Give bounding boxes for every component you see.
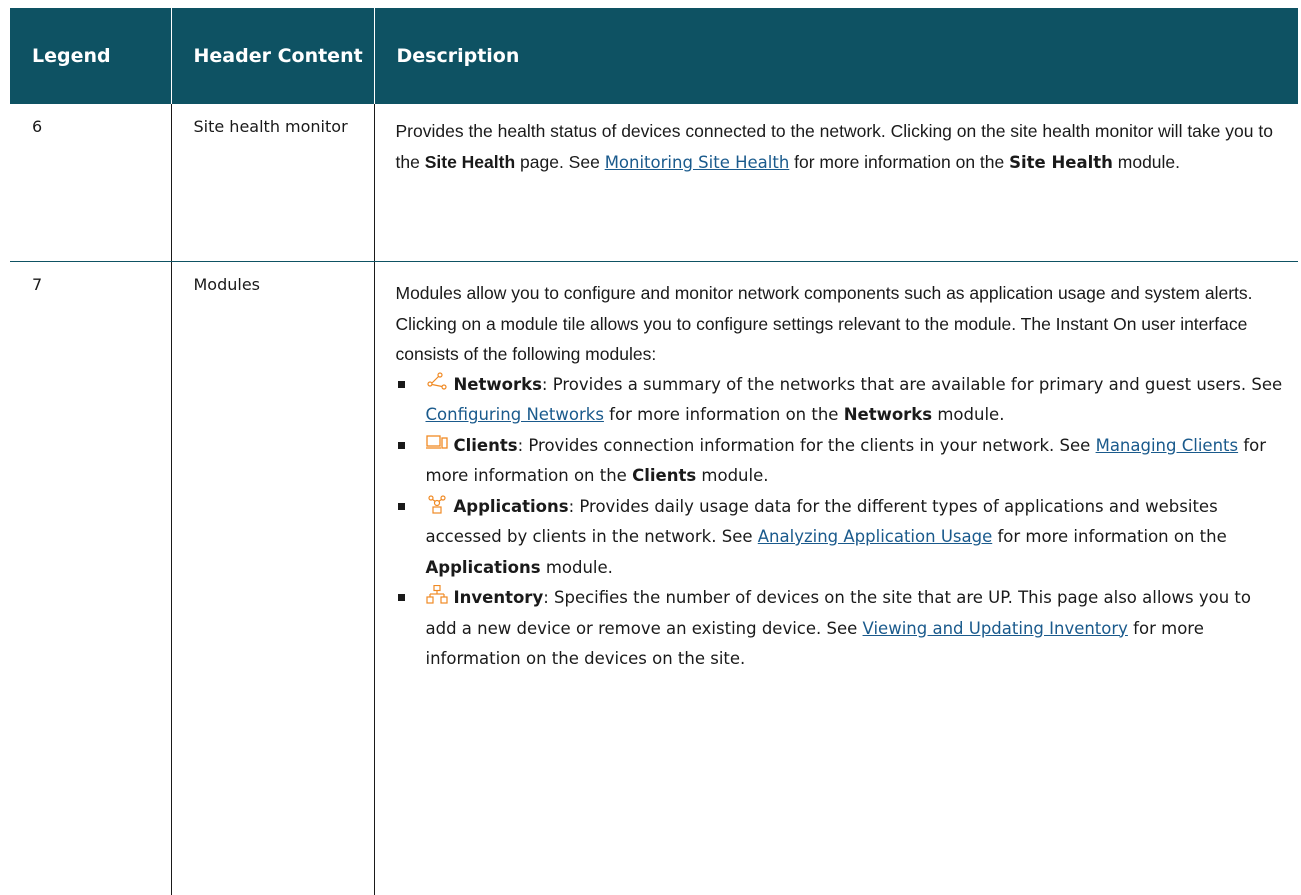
desc-text: for more information on the — [789, 152, 1009, 172]
link-configuring-networks[interactable]: Configuring Networks — [426, 405, 604, 424]
modules-list: Networks: Provides a summary of the netw… — [396, 370, 1285, 675]
module-text: for more information on the — [604, 405, 844, 424]
module-text: module. — [932, 405, 1004, 424]
bullet — [398, 381, 405, 388]
module-text: module. — [696, 466, 768, 485]
description-cell: Provides the health status of devices co… — [374, 104, 1298, 262]
desc-text: module. — [1113, 152, 1180, 172]
bullet — [398, 503, 405, 510]
module-bold: Applications — [426, 558, 541, 577]
module-text: : Provides connection information for th… — [518, 436, 1096, 455]
legend-cell: 6 — [10, 104, 171, 262]
module-name: Clients — [454, 436, 518, 455]
table-row: 6 Site health monitor Provides the healt… — [10, 104, 1298, 262]
header-legend: Legend — [10, 8, 171, 104]
list-item: Clients: Provides connection information… — [396, 431, 1285, 492]
legend-cell: 7 — [10, 262, 171, 895]
list-item: Inventory: Specifies the number of devic… — [396, 583, 1285, 675]
link-managing-clients[interactable]: Managing Clients — [1096, 436, 1239, 455]
module-name: Inventory — [454, 588, 544, 607]
applications-icon — [426, 494, 448, 514]
module-text: module. — [541, 558, 613, 577]
header-content-cell: Modules — [171, 262, 374, 895]
list-item: Networks: Provides a summary of the netw… — [396, 370, 1285, 431]
modules-intro: Modules allow you to configure and monit… — [396, 278, 1285, 370]
module-bold: Clients — [632, 466, 696, 485]
table-row: 7 Modules Modules allow you to configure… — [10, 262, 1298, 895]
module-text: : Provides a summary of the networks tha… — [542, 375, 1282, 394]
link-viewing-and-updating-inventory[interactable]: Viewing and Updating Inventory — [863, 619, 1128, 638]
header-content-cell: Site health monitor — [171, 104, 374, 262]
clients-icon — [426, 433, 448, 453]
bullet — [398, 442, 405, 449]
table-header-row: Legend Header Content Description — [10, 8, 1298, 104]
module-name: Applications — [454, 497, 569, 516]
legend-table: Legend Header Content Description 6 Site… — [10, 8, 1298, 895]
bullet — [398, 594, 405, 601]
link-monitoring-site-health[interactable]: Monitoring Site Health — [605, 153, 790, 172]
header-header-content: Header Content — [171, 8, 374, 104]
page-top-rule — [10, 0, 1301, 8]
module-bold: Networks — [844, 405, 932, 424]
desc-bold: Site Health — [1009, 153, 1113, 172]
module-name: Networks — [454, 375, 542, 394]
description-cell: Modules allow you to configure and monit… — [374, 262, 1298, 895]
list-item: Applications: Provides daily usage data … — [396, 492, 1285, 584]
module-text: for more information on the — [992, 527, 1227, 546]
header-description: Description — [374, 8, 1298, 104]
networks-icon — [426, 372, 448, 392]
desc-bold: Site Health — [425, 152, 515, 172]
desc-text: page. See — [515, 152, 605, 172]
link-analyzing-application-usage[interactable]: Analyzing Application Usage — [758, 527, 992, 546]
inventory-icon — [426, 585, 448, 605]
